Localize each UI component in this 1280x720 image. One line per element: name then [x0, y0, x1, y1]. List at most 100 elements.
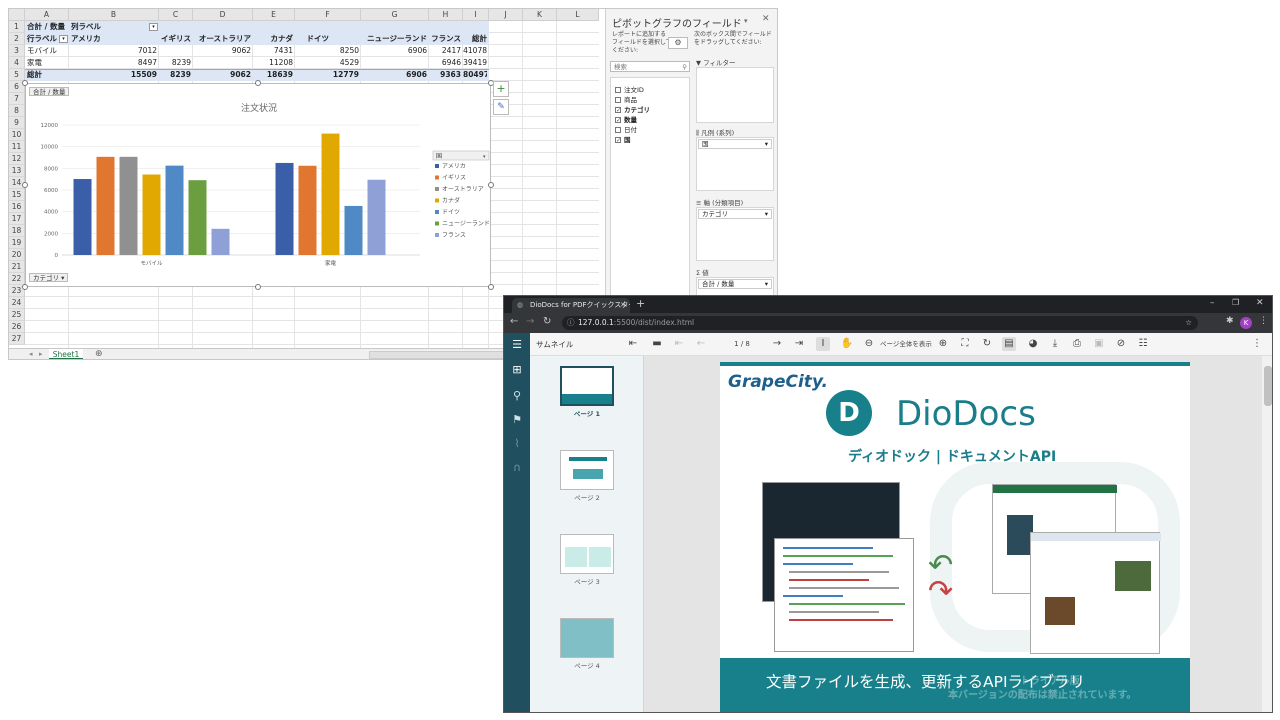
browser-menu-icon[interactable]: ⋮	[1259, 316, 1268, 326]
document-viewport[interactable]: GrapeCity. D DioDocs ディオドック | ドキュメントAPI …	[644, 356, 1262, 712]
cell-e3[interactable]: 7431	[253, 46, 293, 56]
field-checkbox-item[interactable]: ✓ カテゴリ	[615, 104, 650, 114]
cell-i2[interactable]: 総計	[463, 34, 487, 44]
column-header-d[interactable]: D	[193, 9, 253, 21]
cell-g2[interactable]: ニュージーランド	[361, 34, 427, 44]
cell-c2[interactable]: イギリス	[159, 34, 191, 44]
structure-tree-icon[interactable]: ∩	[509, 460, 525, 476]
cell-b5[interactable]: 15509	[69, 70, 157, 80]
bookmark-icon[interactable]: ⚑	[509, 412, 525, 428]
select-all-corner[interactable]	[9, 9, 25, 21]
hamburger-menu-icon[interactable]: ☰	[504, 333, 530, 356]
cell-h5[interactable]: 9363	[429, 70, 461, 80]
row-header-15[interactable]: 15	[9, 189, 25, 201]
row-header-5[interactable]: 5	[9, 69, 25, 81]
cell-f2[interactable]: ドイツ	[295, 34, 330, 44]
column-header-i[interactable]: I	[463, 9, 489, 21]
cell-d3[interactable]: 9062	[193, 46, 251, 56]
field-checkbox-item[interactable]: ✓ 数量	[615, 114, 637, 124]
thumbnail-page-1[interactable]	[560, 366, 614, 406]
cell-d2[interactable]: オーストラリア	[193, 34, 251, 44]
maximize-icon[interactable]: ❐	[1232, 298, 1239, 307]
extensions-puzzle-icon[interactable]: ✱	[1226, 316, 1234, 326]
column-header-f[interactable]: F	[295, 9, 361, 21]
row-header-18[interactable]: 18	[9, 225, 25, 237]
url-field[interactable]: ⓘ 127.0.0.1:5500/dist/index.html ☆	[562, 316, 1198, 330]
column-header-b[interactable]: B	[69, 9, 159, 21]
pane-options-chevron-icon[interactable]: ▾	[744, 17, 748, 25]
first-page-icon[interactable]: ⇤	[672, 337, 686, 351]
browser-tab[interactable]: ◍ DioDocs for PDFクイックスタート | P ✕	[512, 298, 630, 313]
zoom-mode-select[interactable]: ページ全体を表示	[880, 337, 934, 351]
cell-b3[interactable]: 7012	[69, 46, 157, 56]
cell-i5[interactable]: 80497	[463, 70, 487, 80]
single-page-view-icon[interactable]: ▤	[1002, 337, 1016, 351]
cell-b4[interactable]: 8497	[69, 58, 157, 68]
chart-styles-brush-icon[interactable]: ✎	[493, 99, 509, 115]
sheet-tab-sheet1[interactable]: Sheet1	[49, 349, 83, 359]
cell-g3[interactable]: 6906	[361, 46, 427, 56]
column-header-j[interactable]: J	[489, 9, 523, 21]
download-icon[interactable]: ⤓	[1048, 337, 1062, 351]
row-header-24[interactable]: 24	[9, 297, 25, 309]
cell-i3[interactable]: 41078	[463, 46, 487, 56]
cell-i4[interactable]: 39419	[463, 58, 487, 68]
more-options-icon[interactable]: ⋮	[1250, 337, 1264, 351]
next-page-icon[interactable]: →	[770, 337, 784, 351]
cell-e2[interactable]: カナダ	[253, 34, 294, 44]
chart-elements-plus-icon[interactable]: +	[493, 81, 509, 97]
vertical-scrollbar[interactable]	[1262, 356, 1272, 712]
column-header-c[interactable]: C	[159, 9, 193, 21]
reload-icon[interactable]: ↻	[543, 316, 551, 327]
row-header-27[interactable]: 27	[9, 333, 25, 345]
text-select-cursor-icon[interactable]: I	[816, 337, 830, 351]
resize-handle-mr[interactable]	[488, 182, 494, 188]
back-arrow-icon[interactable]: ←	[510, 316, 518, 327]
row-filter-dropdown[interactable]: ▾	[59, 35, 68, 43]
rotate-icon[interactable]: ↻	[980, 337, 994, 351]
pan-hand-icon[interactable]: ✋	[840, 337, 854, 351]
row-header-22[interactable]: 22	[9, 273, 25, 285]
row-header-26[interactable]: 26	[9, 321, 25, 333]
cell-d5[interactable]: 9062	[193, 70, 251, 80]
cell-a3[interactable]: モバイル	[27, 46, 57, 56]
page-number-input[interactable]: 1 / 8	[718, 337, 766, 351]
resize-handle-br[interactable]	[488, 284, 494, 290]
tab-scroll-left-icon[interactable]: ◂	[29, 350, 33, 358]
column-header-g[interactable]: G	[361, 9, 429, 21]
pivot-chart[interactable]: 合計 / 数量 注文状況 12000 10000 8000 6000 4000 2000 0 モ…	[25, 83, 491, 287]
save-icon[interactable]: ▣	[1092, 337, 1106, 351]
row-header-8[interactable]: 8	[9, 105, 25, 117]
cell-f4[interactable]: 4529	[295, 58, 359, 68]
filter-area-box[interactable]	[696, 67, 774, 123]
row-header-16[interactable]: 16	[9, 201, 25, 213]
values-field-item[interactable]: 合計 / 数量 ▾	[698, 279, 772, 289]
profile-avatar[interactable]: K	[1240, 317, 1252, 329]
cell-c5[interactable]: 8239	[159, 70, 191, 80]
column-header-h[interactable]: H	[429, 9, 463, 21]
form-filler-icon[interactable]: ☷	[1136, 337, 1150, 351]
cell-g5[interactable]: 6906	[361, 70, 427, 80]
axis-field-item[interactable]: カテゴリ ▾	[698, 209, 772, 219]
cell-e5[interactable]: 18639	[253, 70, 293, 80]
hide-annotations-icon[interactable]: ⊘	[1114, 337, 1128, 351]
cell-f5[interactable]: 12779	[295, 70, 359, 80]
attachment-paperclip-icon[interactable]: ⌇	[509, 436, 525, 452]
add-sheet-icon[interactable]: ⊕	[95, 349, 103, 359]
row-header-2[interactable]: 2	[9, 33, 25, 45]
row-header-3[interactable]: 3	[9, 45, 25, 57]
resize-handle-bl[interactable]	[22, 284, 28, 290]
row-header-25[interactable]: 25	[9, 309, 25, 321]
cell-a2[interactable]: 行ラベル	[27, 34, 57, 44]
checkbox[interactable]: ✓	[615, 117, 621, 124]
row-header-13[interactable]: 13	[9, 165, 25, 177]
gear-icon[interactable]: ⚙	[668, 37, 688, 49]
cell-a4[interactable]: 家電	[27, 58, 42, 68]
previous-page-icon[interactable]: ←	[694, 337, 708, 351]
row-header-17[interactable]: 17	[9, 213, 25, 225]
row-header-7[interactable]: 7	[9, 93, 25, 105]
forward-arrow-icon[interactable]: →	[526, 316, 534, 327]
resize-handle-ml[interactable]	[22, 182, 28, 188]
axis-field-button[interactable]: カテゴリ ▾	[29, 273, 69, 282]
cell-b1[interactable]: 列ラベル	[71, 22, 101, 32]
